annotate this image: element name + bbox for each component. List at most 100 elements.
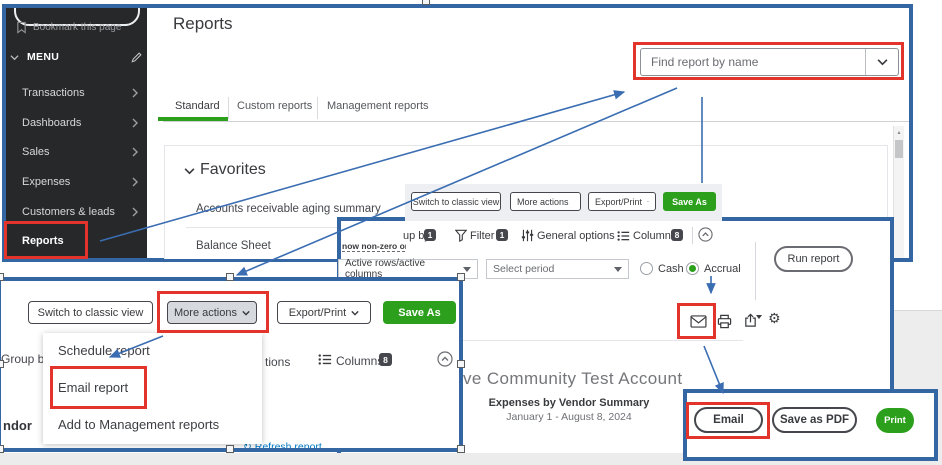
columns-fragment-label: Columns xyxy=(336,354,384,368)
caret-down-icon xyxy=(463,266,471,272)
refresh-report-label: Refresh report xyxy=(254,441,322,452)
sidebar-item-dashboards[interactable]: Dashboards xyxy=(22,117,81,129)
save-as-button[interactable]: Save As xyxy=(383,301,456,324)
export-buttons-window: Email Save as PDF Print xyxy=(683,389,938,461)
filter-label[interactable]: Filter xyxy=(470,230,494,242)
more-actions-window: Group b tions Columns 8 ndor ↻ Refresh r… xyxy=(0,277,463,452)
selection-handle[interactable] xyxy=(226,445,234,453)
print-button[interactable]: Print xyxy=(876,408,914,433)
save-as-pdf-button[interactable]: Save as PDF xyxy=(772,407,857,433)
selection-handle[interactable] xyxy=(457,445,465,453)
sidebar-item-reports[interactable]: Reports xyxy=(22,235,64,247)
tab-separator xyxy=(228,97,229,119)
favorite-row-balance-sheet[interactable]: Balance Sheet xyxy=(196,240,271,252)
page-title: Reports xyxy=(173,14,233,33)
sidebar-item-sales[interactable]: Sales xyxy=(22,146,50,158)
scrollbar[interactable]: ▴ xyxy=(893,126,904,258)
switch-classic-view-button[interactable]: Switch to classic view xyxy=(28,301,153,324)
gear-icon[interactable]: ⚙ xyxy=(768,311,781,327)
group-by-fragment: Group b xyxy=(1,352,45,366)
email-button[interactable]: Email xyxy=(694,407,763,433)
switch-classic-view-button[interactable]: Switch to classic view xyxy=(411,192,501,211)
cash-radio[interactable] xyxy=(640,262,653,275)
favorites-chevron-icon[interactable] xyxy=(184,167,195,175)
sidebar-item-customers[interactable]: Customers & leads xyxy=(22,206,115,218)
more-actions-menu: Schedule report Email report Add to Mana… xyxy=(43,333,262,444)
email-icon[interactable] xyxy=(690,315,707,328)
general-options-label[interactable]: General options xyxy=(537,230,615,242)
menu-item-email-report[interactable]: Email report xyxy=(58,380,128,395)
export-print-button[interactable]: Export/Print xyxy=(277,301,371,324)
menu-item-schedule-report[interactable]: Schedule report xyxy=(58,343,150,358)
find-report-dropdown[interactable]: Find report by name xyxy=(640,48,899,76)
accrual-radio[interactable] xyxy=(686,262,699,275)
accrual-label: Accrual xyxy=(704,263,741,275)
section-separator xyxy=(755,242,756,300)
favorites-title: Favorites xyxy=(200,161,266,178)
group-by-count-badge: 1 xyxy=(424,229,436,241)
sidebar-item-expenses[interactable]: Expenses xyxy=(22,176,70,188)
chevron-right-icon xyxy=(132,207,138,217)
general-options-icon xyxy=(521,229,534,242)
menu-label: MENU xyxy=(27,51,60,63)
bookmark-icon xyxy=(16,21,27,34)
export-print-button[interactable]: Export/Print xyxy=(588,192,656,211)
report-title: Expenses by Vendor Summary xyxy=(488,397,650,409)
nonzero-link[interactable]: now non-zero or a xyxy=(342,241,406,252)
sidebar-item-transactions[interactable]: Transactions xyxy=(22,87,85,99)
run-report-button[interactable]: Run report xyxy=(774,246,853,272)
selection-handle[interactable] xyxy=(0,445,4,453)
scrollbar-up-icon[interactable]: ▴ xyxy=(894,126,904,139)
selection-handle[interactable] xyxy=(226,273,234,281)
filter-count-badge: 1 xyxy=(496,229,508,241)
filter-icon xyxy=(455,229,467,242)
selection-handle[interactable] xyxy=(422,0,430,5)
report-period: January 1 - August 8, 2024 xyxy=(506,411,632,423)
favorite-row-ar-aging[interactable]: Accounts receivable aging summary xyxy=(196,203,381,215)
scrollbar-thumb[interactable] xyxy=(895,140,903,158)
sidebar: Bookmark this page MENU Transactions Das… xyxy=(6,8,147,258)
more-actions-button[interactable]: More actions xyxy=(167,301,257,324)
company-name: ve Community Test Account xyxy=(463,369,683,388)
more-actions-label: More actions xyxy=(517,196,569,207)
options-fragment: tions xyxy=(265,355,291,369)
columns-label[interactable]: Columns xyxy=(633,230,676,242)
tutorial-canvas: Bookmark this page MENU Transactions Das… xyxy=(0,0,942,465)
chevron-right-icon xyxy=(132,177,138,187)
tab-standard[interactable]: Standard xyxy=(175,100,220,112)
tab-custom-reports[interactable]: Custom reports xyxy=(237,100,312,112)
edit-pencil-icon[interactable] xyxy=(131,51,143,63)
export-print-label: Export/Print xyxy=(595,196,643,207)
selection-handle[interactable] xyxy=(0,360,4,368)
selection-handle[interactable] xyxy=(457,360,465,368)
sidebar-item-bookmark[interactable]: Bookmark this page xyxy=(16,21,121,34)
chevron-down-icon xyxy=(242,310,250,316)
white-chip xyxy=(262,398,346,447)
chevron-down-icon xyxy=(10,54,19,61)
mini-toolbar: Switch to classic view More actions Expo… xyxy=(405,184,722,221)
print-icon[interactable] xyxy=(717,314,732,329)
vendor-fragment: ndor xyxy=(3,418,32,433)
columns-count-badge: 8 xyxy=(379,353,392,366)
columns-count-badge: 8 xyxy=(671,229,683,241)
save-as-button[interactable]: Save As xyxy=(663,192,716,211)
menu-item-add-to-management[interactable]: Add to Management reports xyxy=(58,417,219,432)
sidebar-menu-row[interactable]: MENU xyxy=(10,51,143,63)
selection-handle[interactable] xyxy=(457,273,465,281)
selection-handle[interactable] xyxy=(0,273,4,281)
export-icon[interactable] xyxy=(743,313,762,328)
chevron-down-icon[interactable] xyxy=(865,49,898,75)
columns-icon xyxy=(318,353,332,366)
collapse-panel-icon[interactable] xyxy=(698,227,713,242)
nonzero-chip: now non-zero or a xyxy=(342,222,406,256)
chevron-down-icon xyxy=(647,200,649,203)
select-period-value: Select period xyxy=(493,263,555,275)
find-report-placeholder: Find report by name xyxy=(651,55,759,69)
select-period-dropdown[interactable]: Select period xyxy=(486,259,629,279)
chevron-right-icon xyxy=(132,147,138,157)
chevron-right-icon xyxy=(132,118,138,128)
more-actions-button[interactable]: More actions xyxy=(510,192,581,211)
tab-management-reports[interactable]: Management reports xyxy=(327,100,429,112)
chevron-down-icon xyxy=(351,310,359,316)
collapse-panel-icon[interactable] xyxy=(437,351,453,367)
